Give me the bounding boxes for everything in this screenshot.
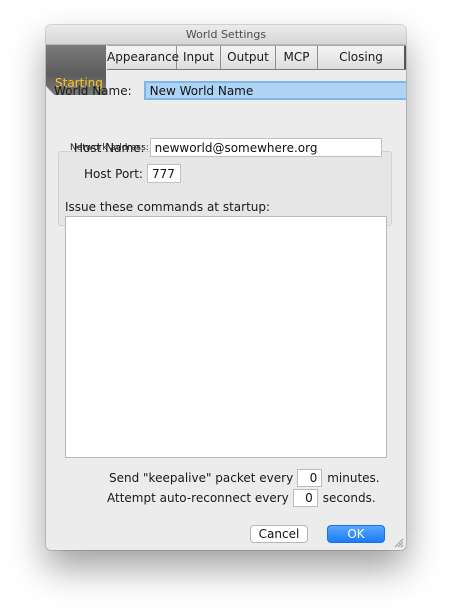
startup-commands-textarea[interactable]	[65, 216, 387, 458]
reconnect-unit-label: seconds.	[322, 491, 376, 505]
reconnect-label: Attempt auto-reconnect every	[107, 491, 289, 505]
keepalive-row: Send "keepalive" packet every 0 minutes.	[109, 469, 380, 487]
tab-mcp[interactable]: MCP	[276, 46, 318, 69]
resize-grip-icon[interactable]	[394, 538, 404, 548]
world-settings-window: World Settings Appearance Input Output M…	[46, 25, 406, 550]
tab-row: Appearance Input Output MCP Closing	[107, 45, 406, 70]
host-port-label: Host Port:	[84, 166, 143, 181]
host-name-row: Host Name:	[74, 138, 382, 157]
network-address-group	[58, 151, 392, 226]
host-name-input[interactable]	[149, 138, 382, 157]
startup-label-row: Issue these commands at startup:	[65, 200, 270, 214]
world-name-row: World Name:	[54, 81, 406, 100]
host-name-label: Host Name:	[74, 140, 145, 155]
reconnect-seconds-input[interactable]: 0	[292, 489, 318, 507]
host-port-row: Host Port:	[84, 164, 181, 183]
host-port-input[interactable]	[146, 164, 181, 183]
tab-appearance[interactable]: Appearance	[107, 46, 179, 69]
tab-output[interactable]: Output	[221, 46, 276, 69]
world-name-label: World Name:	[54, 83, 132, 98]
reconnect-row: Attempt auto-reconnect every 0 seconds.	[107, 489, 376, 507]
world-name-input[interactable]	[143, 81, 406, 100]
window-title: World Settings	[46, 25, 406, 45]
cancel-button[interactable]: Cancel	[250, 525, 308, 543]
tab-closing[interactable]: Closing	[318, 46, 406, 69]
startup-commands-label: Issue these commands at startup:	[65, 200, 271, 214]
keepalive-minutes-input[interactable]: 0	[297, 469, 323, 487]
ok-button[interactable]: OK	[327, 525, 385, 543]
keepalive-label: Send "keepalive" packet every	[109, 471, 294, 485]
keepalive-unit-label: minutes.	[327, 471, 380, 485]
tab-input[interactable]: Input	[177, 46, 221, 69]
